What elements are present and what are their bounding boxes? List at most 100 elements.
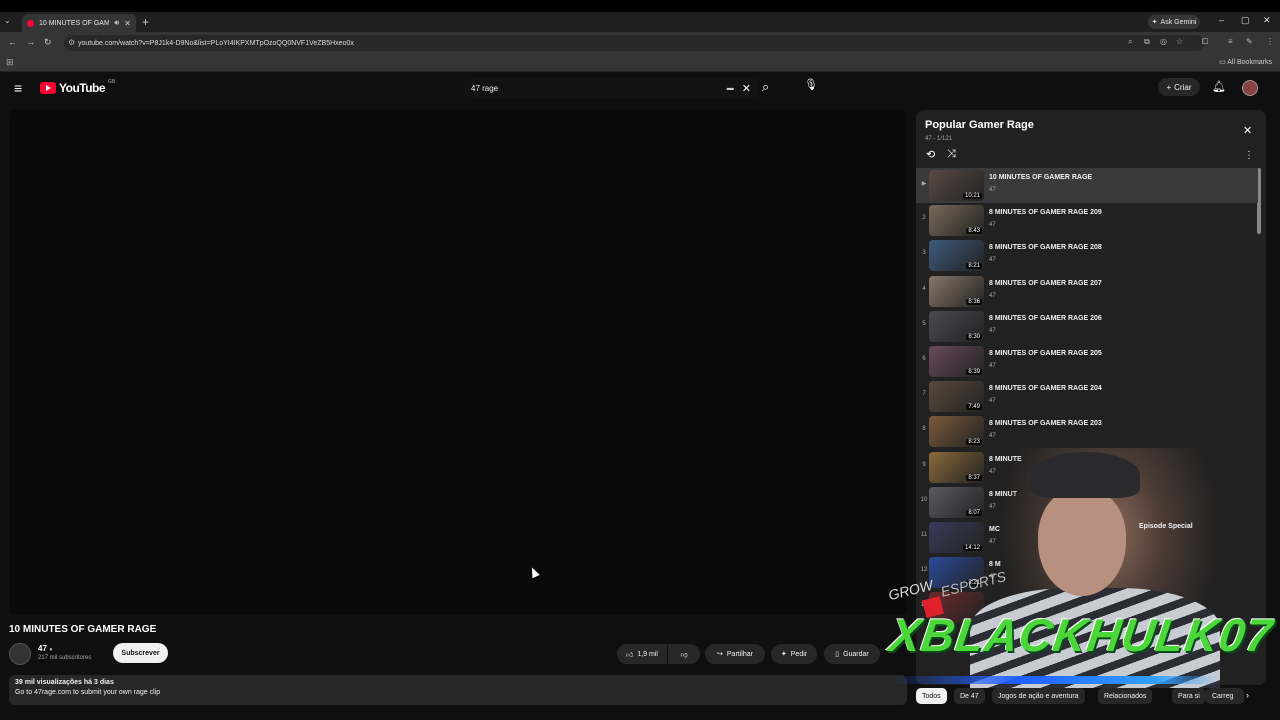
reload-icon[interactable]: ↻ — [44, 37, 52, 48]
all-bookmarks[interactable]: ▭ All Bookmarks — [1219, 58, 1272, 66]
playlist-item-channel: 47 — [989, 257, 996, 264]
playlist-item-thumbnail[interactable]: 8:23 — [929, 416, 984, 448]
eye-off-icon[interactable]: ◎ — [1160, 37, 1167, 46]
logo-text: YouTube — [59, 81, 106, 95]
share-button[interactable]: ↪ Partilhar — [705, 644, 765, 664]
save-label: Guardar — [843, 650, 869, 658]
related-chips-bar: Todos De 47 Jogos de ação e aventura Rel… — [916, 688, 1266, 706]
profile-icon[interactable]: ✎ — [1246, 37, 1253, 46]
playlist-item-index: 11 — [920, 532, 928, 538]
playlist-item-duration: 8:21 — [966, 263, 982, 270]
channel-name-row[interactable]: 47 ● — [38, 644, 53, 653]
playlist-item-thumbnail[interactable]: 8:21 — [929, 240, 984, 272]
account-avatar[interactable] — [1242, 80, 1258, 96]
window-close-icon[interactable]: ✕ — [1263, 15, 1271, 26]
playlist-item-title: 8 MINUTES OF GAMER RAGE 203 — [989, 420, 1102, 428]
playlist-item-duration: 7:49 — [966, 404, 982, 411]
blue-streak — [890, 676, 1220, 684]
chip-for-you[interactable]: Para si — [1172, 688, 1206, 704]
save-button[interactable]: ▯ Guardar — [824, 644, 880, 664]
ask-label: Pedir — [790, 650, 808, 658]
more-options-icon[interactable]: ⋮ — [1244, 150, 1254, 161]
chip-uploaded[interactable]: Carreg — [1206, 688, 1244, 704]
playlist-item[interactable]: 6 8:39 8 MINUTES OF GAMER RAGE 205 47 — [916, 344, 1258, 379]
playlist-item[interactable]: 3 8:21 8 MINUTES OF GAMER RAGE 208 47 — [916, 238, 1258, 273]
shuffle-icon[interactable]: ⤨ — [947, 148, 956, 161]
playlist-item-11-tail: Episode Special — [1139, 523, 1193, 530]
share-icon: ↪ — [717, 651, 723, 658]
chip-all[interactable]: Todos — [916, 688, 947, 704]
playlist-item[interactable]: 7 7:49 8 MINUTES OF GAMER RAGE 204 47 — [916, 379, 1258, 414]
back-icon[interactable]: ← — [8, 37, 17, 47]
playlist-item-index: 7 — [922, 391, 926, 398]
search-value: 47 rage — [471, 83, 499, 93]
playlist-item-thumbnail[interactable]: 8:30 — [929, 310, 984, 342]
chip-action-adventure[interactable]: Jogos de ação e aventura — [992, 688, 1085, 704]
clear-search-icon[interactable]: ✕ — [742, 82, 751, 95]
microphone-icon[interactable]: 🎙︎ — [804, 78, 818, 92]
playlist-item[interactable]: ▶ 10:21 10 MINUTES OF GAMER RAGE 47 — [916, 168, 1258, 203]
views-and-date: 39 mil visualizações há 3 dias — [15, 679, 114, 686]
playlist-item-thumbnail[interactable]: 8:39 — [929, 346, 984, 377]
hamburger-menu-icon[interactable]: ≡ — [14, 80, 22, 96]
chevron-right-icon[interactable]: › — [1246, 690, 1249, 700]
speaker-icon[interactable]: 🔊︎ — [114, 18, 119, 28]
playlist-item[interactable]: 4 8:36 8 MINUTES OF GAMER RAGE 207 47 — [916, 274, 1258, 309]
playlist-item[interactable]: 5 8:30 8 MINUTES OF GAMER RAGE 206 47 — [916, 309, 1258, 344]
loop-icon[interactable]: ⟲ — [926, 148, 935, 161]
extensions-icon[interactable]: ⧠ — [1202, 37, 1208, 47]
playlist-item[interactable]: 2 8:43 8 MINUTES OF GAMER RAGE 209 47 — [916, 203, 1258, 238]
minimize-icon[interactable]: – — [1219, 15, 1224, 25]
subscriber-count: 217 mil subscritores — [38, 655, 92, 661]
apps-icon[interactable]: ⊞ — [6, 57, 14, 68]
tab-list-icon[interactable]: ⌄ — [4, 16, 11, 25]
dislike-button[interactable]: 👎︎ — [668, 644, 700, 664]
like-button[interactable]: 👍︎ 1,9 mil — [617, 644, 667, 664]
chip-related[interactable]: Relacionados — [1098, 688, 1153, 704]
address-bar-row: ← → ↻ ⚙ youtube.com/watch?v=P8J1k4-D9No&… — [0, 32, 1280, 54]
playlist-item-thumbnail[interactable]: 7:49 — [929, 381, 984, 413]
description-box[interactable]: 39 mil visualizações há 3 dias Go to 47r… — [9, 675, 907, 705]
create-button[interactable]: + Criar — [1158, 78, 1200, 96]
zoom-icon[interactable]: ⌕ — [1128, 37, 1132, 47]
playlist-item[interactable]: 8 8:23 8 MINUTES OF GAMER RAGE 203 47 — [916, 414, 1258, 449]
maximize-icon[interactable]: ▢ — [1241, 15, 1250, 26]
subscribe-button[interactable]: Subscrever — [113, 643, 168, 663]
install-icon[interactable]: ⧉ — [1144, 37, 1150, 47]
search-icon[interactable]: ⌕ — [762, 79, 769, 95]
keyboard-icon[interactable]: ▬ — [727, 85, 734, 92]
search-input[interactable]: 47 rage ▬ ✕ — [462, 78, 758, 98]
playlist-item-thumbnail[interactable]: 10:21 — [929, 170, 984, 201]
media-icon[interactable]: ≡ — [1228, 37, 1233, 46]
thumbs-down-icon: 👎︎ — [680, 651, 688, 659]
video-player[interactable] — [9, 110, 907, 615]
browser-tab[interactable]: 10 MINUTES OF GAMER RA 🔊︎ ✕ — [22, 14, 136, 32]
playlist-item-index: 10 — [920, 496, 928, 503]
forward-icon[interactable]: → — [26, 37, 35, 47]
youtube-favicon-icon — [27, 19, 34, 27]
verified-icon: ● — [49, 647, 53, 653]
new-tab-button[interactable]: + — [142, 15, 149, 29]
ask-button[interactable]: ✦ Pedir — [771, 644, 817, 664]
chip-from-47[interactable]: De 47 — [954, 688, 985, 704]
webcam-cap — [1030, 452, 1140, 498]
playlist-item-index: 5 — [922, 320, 926, 327]
channel-avatar[interactable] — [9, 643, 31, 665]
playlist-title[interactable]: Popular Gamer Rage — [925, 119, 1034, 131]
url-field[interactable]: ⚙ youtube.com/watch?v=P8J1k4-D9No&list=P… — [64, 35, 1204, 51]
ask-gemini-button[interactable]: ✦ Ask Gemini — [1148, 15, 1200, 29]
close-playlist-icon[interactable]: ✕ — [1243, 124, 1252, 137]
plus-icon: + — [1166, 82, 1172, 92]
youtube-logo[interactable]: YouTube GB — [40, 79, 115, 95]
notifications-bell-icon[interactable]: 🔔︎ — [1212, 80, 1226, 93]
playlist-subtitle: 47 - 1/121 — [925, 136, 953, 142]
playlist-item-thumbnail[interactable]: 8:43 — [929, 205, 984, 237]
playlist-item-thumbnail[interactable]: 8:36 — [929, 275, 984, 307]
share-label: Partilhar — [726, 650, 753, 658]
tab-close-icon[interactable]: ✕ — [124, 19, 131, 28]
star-icon[interactable]: ☆ — [1176, 37, 1183, 46]
site-info-icon[interactable]: ⚙ — [68, 38, 75, 47]
playlist-item-duration: 10:21 — [962, 193, 982, 199]
playlist-item-duration: 8:39 — [966, 369, 982, 375]
menu-icon[interactable]: ⋮ — [1266, 37, 1274, 46]
